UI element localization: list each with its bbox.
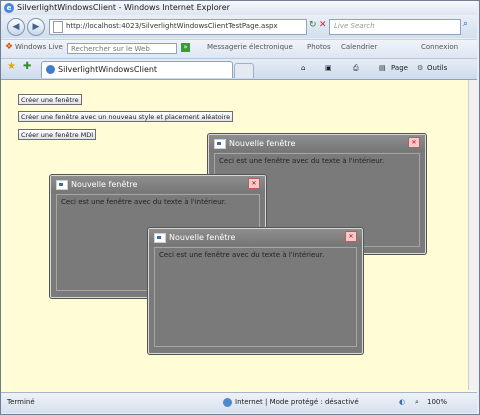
print-icon[interactable]: ⎙ bbox=[353, 64, 359, 73]
favorites-star-icon[interactable]: ★ bbox=[7, 61, 16, 72]
protected-mode-icon: ◐ bbox=[399, 398, 406, 406]
refresh-icon[interactable]: ↻ bbox=[309, 20, 317, 30]
window-text: Ceci est une fenêtre avec du texte à l'i… bbox=[159, 251, 325, 259]
back-button[interactable]: ◀ bbox=[7, 18, 25, 36]
window-icon bbox=[154, 233, 166, 243]
search-placeholder: Live Search bbox=[334, 22, 375, 30]
silverlight-window[interactable]: Nouvelle fenêtre ✕ Ceci est une fenêtre … bbox=[148, 228, 363, 354]
close-icon[interactable]: ✕ bbox=[248, 178, 260, 189]
window-header[interactable]: Nouvelle fenêtre ✕ bbox=[209, 135, 425, 152]
window-header[interactable]: Nouvelle fenêtre ✕ bbox=[149, 229, 362, 246]
page-icon bbox=[53, 21, 63, 33]
zoom-level[interactable]: 100% bbox=[427, 398, 447, 406]
new-tab-button[interactable] bbox=[234, 63, 254, 78]
stop-icon[interactable]: ✕ bbox=[319, 20, 327, 30]
globe-icon bbox=[223, 398, 232, 407]
close-icon[interactable]: ✕ bbox=[345, 231, 357, 242]
window-text: Ceci est une fenêtre avec du texte à l'i… bbox=[61, 198, 227, 206]
window-header[interactable]: Nouvelle fenêtre ✕ bbox=[51, 176, 265, 193]
connexion-link[interactable]: Connexion bbox=[421, 43, 458, 51]
messagerie-link[interactable]: Messagerie électronique bbox=[207, 43, 293, 51]
window-body: Ceci est une fenêtre avec du texte à l'i… bbox=[154, 247, 357, 347]
page-icon: ▤ bbox=[379, 64, 386, 72]
tab-title: SilverlightWindowsClient bbox=[58, 65, 158, 74]
add-favorites-icon[interactable]: ✚ bbox=[23, 61, 31, 72]
ie-icon: e bbox=[4, 3, 14, 13]
url-field[interactable]: http://localhost:4023/SilverlightWindows… bbox=[49, 19, 307, 35]
window-title: Nouvelle fenêtre bbox=[229, 139, 296, 148]
create-styled-window-button[interactable]: Créer une fenêtre avec un nouveau style … bbox=[18, 111, 234, 122]
tab-page-icon bbox=[46, 65, 55, 74]
tab-current[interactable]: SilverlightWindowsClient bbox=[41, 61, 233, 78]
photos-link[interactable]: Photos bbox=[307, 43, 331, 51]
go-icon[interactable]: » bbox=[181, 43, 190, 52]
windows-live-icon: ❖ bbox=[5, 42, 14, 52]
status-bar: Terminé Internet | Mode protégé : désact… bbox=[1, 392, 477, 413]
window-icon bbox=[56, 180, 68, 190]
search-input[interactable]: Live Search bbox=[329, 19, 461, 35]
window-text: Ceci est une fenêtre avec du texte à l'i… bbox=[219, 157, 385, 165]
feeds-icon[interactable]: ▣ bbox=[325, 64, 332, 72]
tools-icon: ⚙ bbox=[417, 64, 424, 72]
search-icon[interactable]: ⌕ bbox=[463, 19, 468, 29]
window-title: Nouvelle fenêtre bbox=[169, 233, 236, 242]
outils-menu[interactable]: Outils bbox=[427, 64, 447, 72]
tab-bar: ★ ✚ SilverlightWindowsClient ⌂ ▣ ⎙ ▤ Pag… bbox=[1, 58, 477, 79]
window-title: SilverlightWindowsClient - Windows Inter… bbox=[17, 3, 230, 12]
status-text: Terminé bbox=[7, 398, 35, 406]
window-icon bbox=[214, 139, 226, 149]
create-mdi-window-button[interactable]: Créer une fenêtre MDI bbox=[18, 129, 97, 140]
url-text: http://localhost:4023/SilverlightWindows… bbox=[66, 22, 278, 30]
forward-button[interactable]: ▶ bbox=[27, 18, 45, 36]
vertical-scrollbar[interactable] bbox=[468, 80, 478, 390]
web-search-input[interactable]: Rechercher sur le Web bbox=[67, 43, 177, 54]
calendrier-link[interactable]: Calendrier bbox=[341, 43, 377, 51]
address-bar: ◀ ▶ http://localhost:4023/SilverlightWin… bbox=[1, 16, 477, 38]
links-bar: ❖ Windows Live Rechercher sur le Web » M… bbox=[1, 39, 477, 58]
title-bar: e SilverlightWindowsClient - Windows Int… bbox=[1, 1, 477, 15]
security-zone[interactable]: Internet | Mode protégé : désactivé bbox=[235, 398, 359, 406]
page-menu[interactable]: Page bbox=[391, 64, 408, 72]
windows-live-link[interactable]: Windows Live bbox=[15, 43, 63, 51]
create-window-button[interactable]: Créer une fenêtre bbox=[18, 94, 82, 105]
window-title: Nouvelle fenêtre bbox=[71, 180, 138, 189]
zoom-icon: ⌕ bbox=[415, 398, 419, 406]
close-icon[interactable]: ✕ bbox=[408, 137, 420, 148]
home-icon[interactable]: ⌂ bbox=[301, 64, 305, 72]
